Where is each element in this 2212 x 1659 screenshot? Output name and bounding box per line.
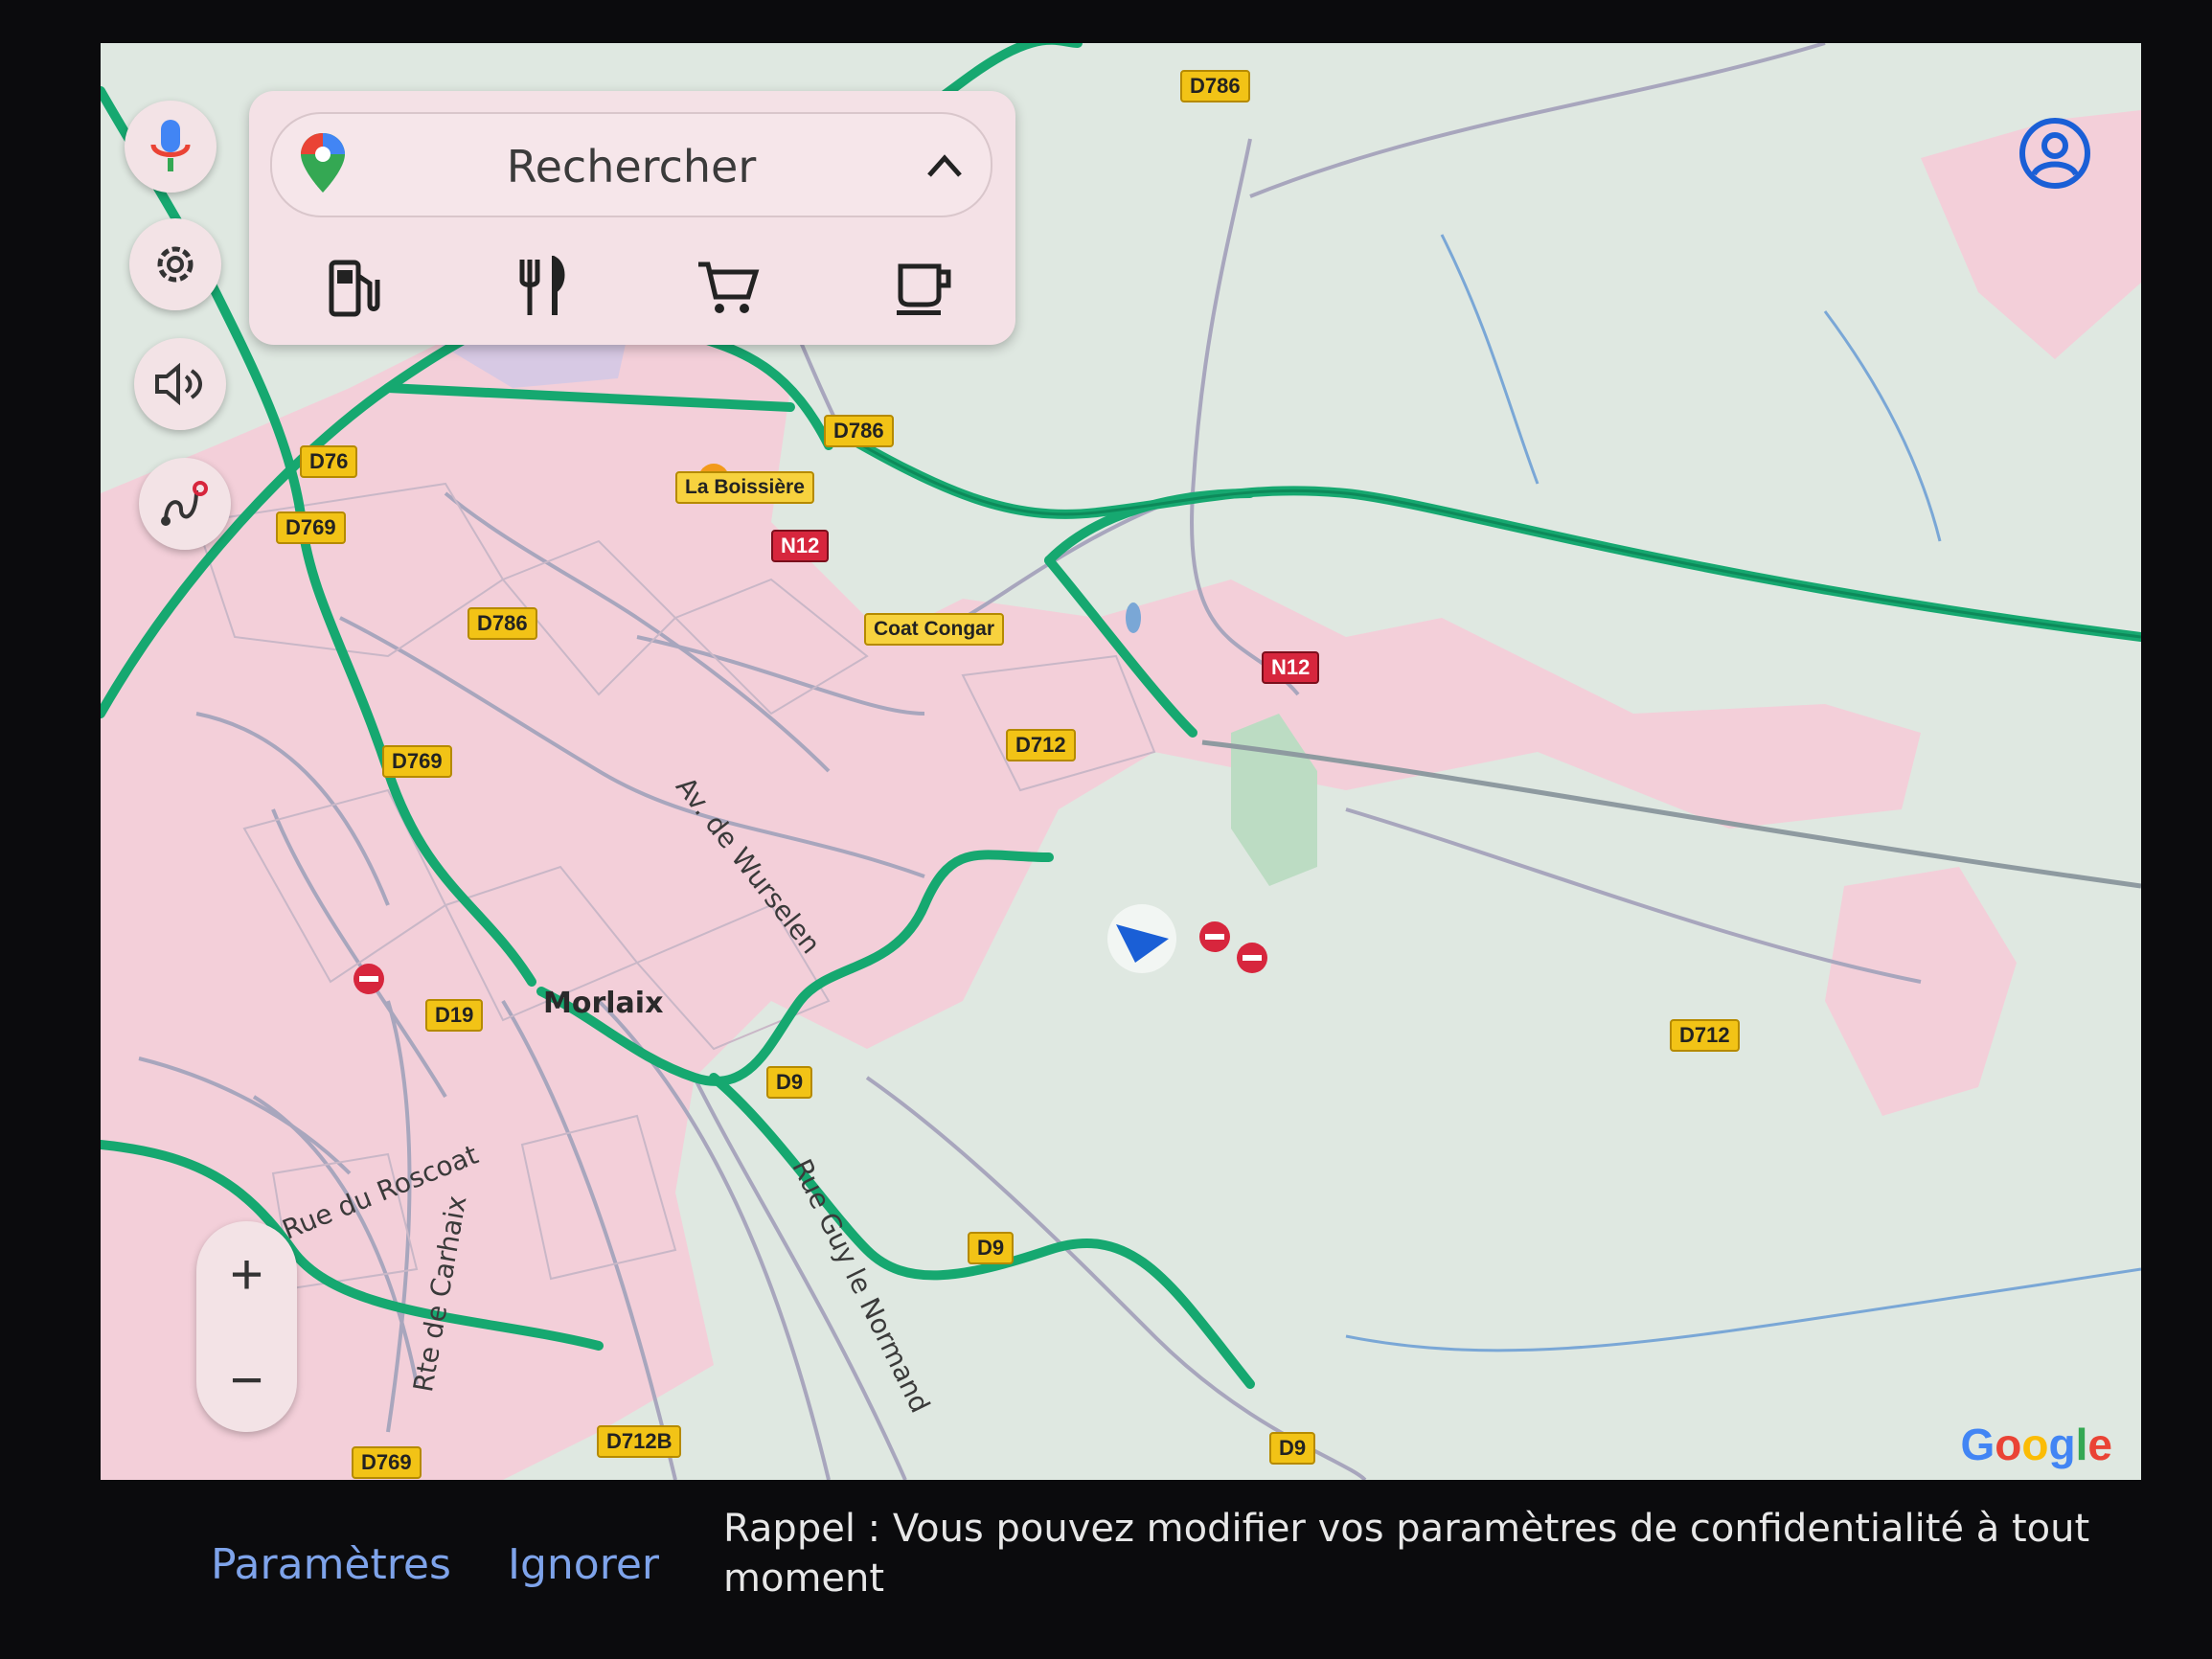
volume-button[interactable] — [134, 338, 226, 430]
google-attribution-logo: Google — [1961, 1419, 2112, 1470]
search-placeholder: Rechercher — [506, 141, 757, 193]
route-options-button[interactable] — [139, 458, 231, 550]
google-letter: o — [2021, 1420, 2049, 1469]
road-label: D712 — [1670, 1019, 1740, 1052]
road-label: D76 — [300, 445, 358, 478]
category-shopping-button[interactable] — [690, 249, 766, 326]
account-button[interactable] — [2017, 115, 2093, 192]
ignore-link[interactable]: Ignorer — [508, 1540, 659, 1589]
shopping-cart-icon — [698, 261, 760, 313]
town-label-morlaix: Morlaix — [543, 987, 664, 1020]
account-icon — [2019, 118, 2090, 189]
place-label-la-boissiere: La Boissière — [675, 471, 814, 504]
zoom-in-button[interactable]: + — [196, 1221, 297, 1327]
zoom-out-button[interactable]: − — [196, 1327, 297, 1432]
road-label: D712B — [597, 1425, 682, 1458]
google-letter: e — [2087, 1420, 2112, 1469]
road-label: N12 — [771, 530, 830, 562]
category-restaurants-button[interactable] — [503, 249, 580, 326]
settings-button[interactable] — [129, 218, 221, 310]
current-location-arrow — [1107, 904, 1176, 973]
road-label: D19 — [425, 999, 484, 1032]
privacy-reminder-bar: Paramètres Ignorer Rappel : Vous pouvez … — [182, 1494, 2098, 1628]
road-label: D9 — [968, 1232, 1015, 1264]
map-screen[interactable]: D786 D786 D76 D769 D786 N12 N12 D712 D76… — [101, 43, 2141, 1480]
microphone-button[interactable] — [125, 101, 217, 193]
pond — [1126, 602, 1141, 633]
place-label-coat-congar: Coat Congar — [864, 613, 1004, 646]
road-label: D786 — [1180, 70, 1250, 102]
road-label: D712 — [1006, 729, 1076, 761]
gas-station-icon — [329, 260, 380, 317]
road-label: D9 — [766, 1066, 813, 1099]
google-letter: o — [1995, 1420, 2022, 1469]
gear-icon — [157, 246, 194, 283]
settings-link[interactable]: Paramètres — [211, 1540, 451, 1589]
road-label: D786 — [824, 415, 894, 447]
road-label: D769 — [352, 1446, 422, 1479]
search-card: Rechercher — [249, 91, 1015, 345]
chevron-up-icon[interactable] — [925, 152, 964, 179]
route-icon — [161, 481, 208, 526]
google-letter: G — [1960, 1420, 1995, 1469]
road-label: N12 — [1262, 651, 1320, 684]
category-cafe-button[interactable] — [886, 249, 963, 326]
category-fuel-button[interactable] — [316, 249, 393, 326]
google-letter: l — [2075, 1420, 2088, 1469]
urban-area-east — [1825, 867, 2017, 1116]
road-label: D9 — [1269, 1432, 1316, 1465]
speaker-icon — [155, 362, 202, 406]
road-label: D786 — [467, 607, 537, 640]
fork-knife-icon — [519, 256, 565, 315]
road-label: D769 — [276, 511, 346, 544]
privacy-reminder-text: Rappel : Vous pouvez modifier vos paramè… — [723, 1507, 2090, 1601]
google-letter: g — [2048, 1420, 2076, 1469]
search-bar[interactable]: Rechercher — [270, 112, 992, 217]
microphone-icon — [150, 120, 191, 171]
road-label: D769 — [382, 745, 452, 778]
coffee-cup-icon — [897, 263, 951, 315]
zoom-control: + − — [196, 1221, 297, 1432]
